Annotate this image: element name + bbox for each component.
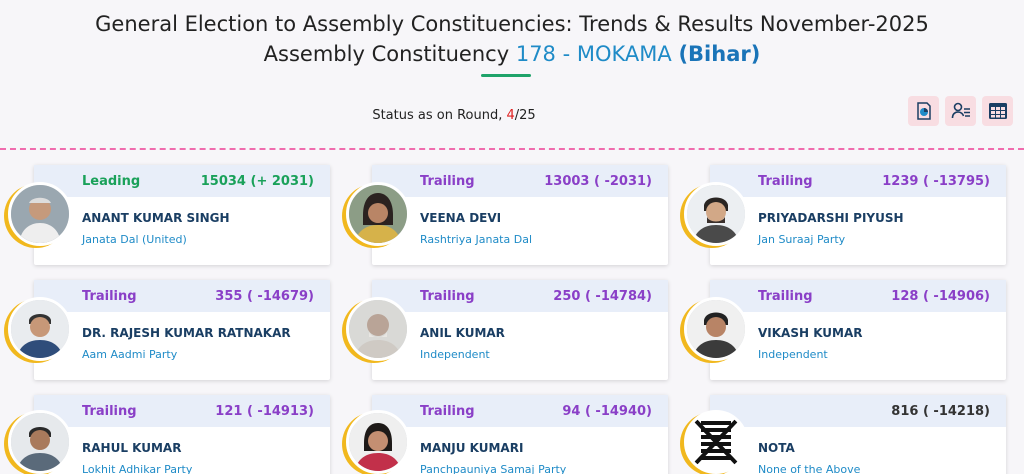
candidate-party: Independent xyxy=(420,348,490,361)
candidate-votes: 94 ( -14940) xyxy=(562,403,652,419)
candidate-party: Independent xyxy=(758,348,828,361)
candidate-votes: 816 ( -14218) xyxy=(891,403,990,419)
candidate-card[interactable]: Leading 15034 (+ 2031) ANANT KUMAR SINGH… xyxy=(34,165,330,265)
candidate-status: Trailing xyxy=(82,288,137,304)
candidate-votes: 1239 ( -13795) xyxy=(882,173,990,189)
candidate-status: Trailing xyxy=(758,173,813,189)
card-header: Trailing 1239 ( -13795) xyxy=(710,165,1006,197)
candidate-votes: 355 ( -14679) xyxy=(215,288,314,304)
candidate-name: VEENA DEVI xyxy=(420,211,502,225)
candidate-party: Panchpauniya Samaj Party xyxy=(420,463,567,474)
subtitle-prefix: Assembly Constituency xyxy=(263,42,510,66)
candidate-photo xyxy=(346,410,410,474)
card-header: Trailing 94 ( -14940) xyxy=(372,395,668,427)
candidate-name: ANIL KUMAR xyxy=(420,326,505,340)
candidate-photo xyxy=(684,297,748,361)
candidate-card[interactable]: 816 ( -14218) NOTA None of the Above xyxy=(710,395,1006,474)
state-name: (Bihar) xyxy=(678,42,761,66)
candidate-photo xyxy=(346,182,410,246)
table-view-button[interactable] xyxy=(982,96,1013,126)
chart-view-button[interactable] xyxy=(908,96,939,126)
candidate-card[interactable]: Trailing 1239 ( -13795) PRIYADARSHI PIYU… xyxy=(710,165,1006,265)
card-header: 816 ( -14218) xyxy=(710,395,1006,427)
card-header: Trailing 128 ( -14906) xyxy=(710,280,1006,312)
candidate-status: Leading xyxy=(82,173,141,189)
table-icon xyxy=(988,103,1007,119)
card-header: Trailing 13003 ( -2031) xyxy=(372,165,668,197)
candidate-party: None of the Above xyxy=(758,463,861,474)
candidate-party: Aam Aadmi Party xyxy=(82,348,178,361)
candidate-name: PRIYADARSHI PIYUSH xyxy=(758,211,904,225)
candidate-photo xyxy=(8,182,72,246)
candidate-status: Trailing xyxy=(758,288,813,304)
candidate-votes: 13003 ( -2031) xyxy=(544,173,652,189)
candidate-status: Trailing xyxy=(82,403,137,419)
candidate-party: Rashtriya Janata Dal xyxy=(420,233,532,246)
card-header: Trailing 121 ( -14913) xyxy=(34,395,330,427)
candidate-party: Jan Suraaj Party xyxy=(758,233,846,246)
candidate-card[interactable]: Trailing 94 ( -14940) MANJU KUMARI Panch… xyxy=(372,395,668,474)
candidate-card[interactable]: Trailing 13003 ( -2031) VEENA DEVI Rasht… xyxy=(372,165,668,265)
nota-symbol-icon xyxy=(684,410,748,474)
candidate-votes: 250 ( -14784) xyxy=(553,288,652,304)
candidate-name: MANJU KUMARI xyxy=(420,441,524,455)
candidate-list-icon xyxy=(951,102,970,119)
card-header: Leading 15034 (+ 2031) xyxy=(34,165,330,197)
status-current-round: 4 xyxy=(506,108,515,123)
status-total-rounds: /25 xyxy=(514,108,536,123)
card-header: Trailing 355 ( -14679) xyxy=(34,280,330,312)
candidate-card[interactable]: Trailing 355 ( -14679) DR. RAJESH KUMAR … xyxy=(34,280,330,380)
candidate-photo xyxy=(8,410,72,474)
candidate-name: VIKASH KUMAR xyxy=(758,326,863,340)
candidate-name: DR. RAJESH KUMAR RATNAKAR xyxy=(82,326,291,340)
candidate-status: Trailing xyxy=(420,288,475,304)
candidate-name: RAHUL KUMAR xyxy=(82,441,182,455)
candidate-photo xyxy=(346,297,410,361)
candidate-votes: 128 ( -14906) xyxy=(891,288,990,304)
round-status: Status as on Round, 4/25 xyxy=(0,108,908,123)
candidate-card[interactable]: Trailing 128 ( -14906) VIKASH KUMAR Inde… xyxy=(710,280,1006,380)
candidate-status: Trailing xyxy=(420,403,475,419)
candidate-status: Trailing xyxy=(420,173,475,189)
candidate-card[interactable]: Trailing 121 ( -14913) RAHUL KUMAR Lokhi… xyxy=(34,395,330,474)
title-underline xyxy=(481,74,531,77)
candidate-name: ANANT KUMAR SINGH xyxy=(82,211,230,225)
candidate-votes: 15034 (+ 2031) xyxy=(200,173,314,189)
candidate-photo xyxy=(684,182,748,246)
card-header: Trailing 250 ( -14784) xyxy=(372,280,668,312)
candidate-name: NOTA xyxy=(758,441,795,455)
page-subtitle: Assembly Constituency 178 - MOKAMA (Biha… xyxy=(0,42,1024,66)
candidate-votes: 121 ( -14913) xyxy=(215,403,314,419)
constituency-name: 178 - MOKAMA xyxy=(515,42,672,66)
candidate-party: Lokhit Adhikar Party xyxy=(82,463,193,474)
candidate-photo xyxy=(8,297,72,361)
page-title: General Election to Assembly Constituenc… xyxy=(95,12,929,36)
status-label: Status as on Round, xyxy=(372,108,503,123)
candidate-card[interactable]: Trailing 250 ( -14784) ANIL KUMAR Indepe… xyxy=(372,280,668,380)
section-divider xyxy=(0,148,1024,150)
candidate-party: Janata Dal (United) xyxy=(82,233,187,246)
candidate-list-button[interactable] xyxy=(945,96,976,126)
chart-icon xyxy=(916,102,931,120)
